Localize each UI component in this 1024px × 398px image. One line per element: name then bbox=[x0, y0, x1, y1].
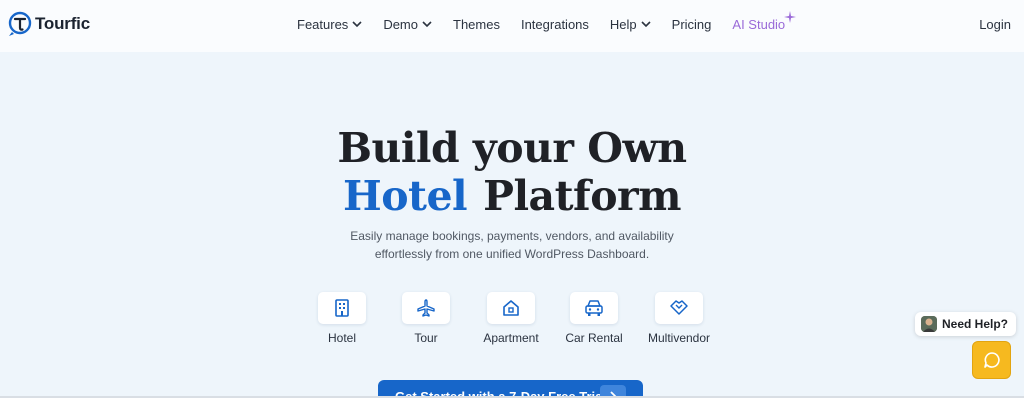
category-car-rental[interactable]: Car Rental bbox=[549, 292, 639, 345]
nav-label: Integrations bbox=[520, 17, 589, 32]
chevron-down-icon bbox=[352, 21, 362, 28]
handshake-icon bbox=[670, 300, 688, 315]
building-icon bbox=[335, 299, 349, 317]
chevron-down-icon bbox=[641, 21, 651, 28]
hero-subtitle-line2: effortlessly from one unified WordPress … bbox=[374, 247, 650, 261]
nav-item-themes[interactable]: Themes bbox=[453, 17, 500, 32]
sparkle-icon bbox=[784, 11, 797, 23]
category-icon-box bbox=[655, 292, 703, 324]
need-help-label: Need Help? bbox=[942, 317, 1009, 331]
category-icon-box bbox=[318, 292, 366, 324]
hero-accent-word: Hotel bbox=[342, 172, 468, 220]
chat-bubble-icon bbox=[983, 352, 1000, 368]
house-icon bbox=[503, 300, 519, 316]
nav-label: Themes bbox=[453, 17, 500, 32]
nav-item-pricing[interactable]: Pricing bbox=[672, 17, 712, 32]
nav-item-help[interactable]: Help bbox=[610, 17, 651, 32]
category-tour[interactable]: Tour bbox=[381, 292, 471, 345]
tourfic-logo-icon bbox=[8, 11, 32, 36]
nav-label: Pricing bbox=[671, 17, 712, 32]
nav-label: Demo bbox=[383, 17, 418, 32]
nav-label: AI Studio bbox=[732, 17, 786, 32]
nav-item-integrations[interactable]: Integrations bbox=[521, 17, 589, 32]
nav-item-features[interactable]: Features bbox=[297, 17, 362, 32]
airplane-icon bbox=[417, 299, 435, 317]
main-nav: Features Demo Themes Integrations Help P… bbox=[297, 11, 806, 32]
hero-title-line2: Hotel Platform bbox=[0, 172, 1024, 220]
nav-label: Help bbox=[609, 17, 637, 32]
category-label: Car Rental bbox=[565, 331, 623, 345]
hero-subtitle-line1: Easily manage bookings, payments, vendor… bbox=[350, 229, 674, 243]
category-icon-box bbox=[402, 292, 450, 324]
car-icon bbox=[585, 300, 603, 316]
nav-label: Features bbox=[297, 17, 349, 32]
hero-title-rest: Platform bbox=[483, 172, 682, 220]
category-hotel[interactable]: Hotel bbox=[297, 292, 387, 345]
hero-subtitle: Easily manage bookings, payments, vendor… bbox=[0, 227, 1024, 263]
category-label: Apartment bbox=[483, 331, 539, 345]
category-apartment[interactable]: Apartment bbox=[466, 292, 556, 345]
category-multivendor[interactable]: Multivendor bbox=[634, 292, 724, 345]
chat-launcher-button[interactable] bbox=[972, 341, 1011, 379]
login-link[interactable]: Login bbox=[979, 17, 1011, 32]
nav-item-ai-studio[interactable]: AI Studio bbox=[732, 11, 797, 32]
category-label: Multivendor bbox=[647, 331, 711, 345]
hero-title-line1: Build your Own bbox=[337, 124, 687, 172]
chevron-down-icon bbox=[422, 21, 432, 28]
category-icon-box bbox=[487, 292, 535, 324]
need-help-bubble[interactable]: Need Help? bbox=[915, 312, 1017, 336]
nav-item-demo[interactable]: Demo bbox=[383, 17, 432, 32]
category-icon-box bbox=[570, 292, 618, 324]
top-navbar: Tourfic Features Demo Themes Integration… bbox=[0, 0, 1024, 52]
category-label: Hotel bbox=[327, 331, 356, 345]
brand-logo[interactable]: Tourfic bbox=[8, 11, 90, 37]
support-avatar bbox=[921, 316, 937, 332]
category-label: Tour bbox=[414, 331, 438, 345]
brand-name: Tourfic bbox=[35, 14, 90, 33]
